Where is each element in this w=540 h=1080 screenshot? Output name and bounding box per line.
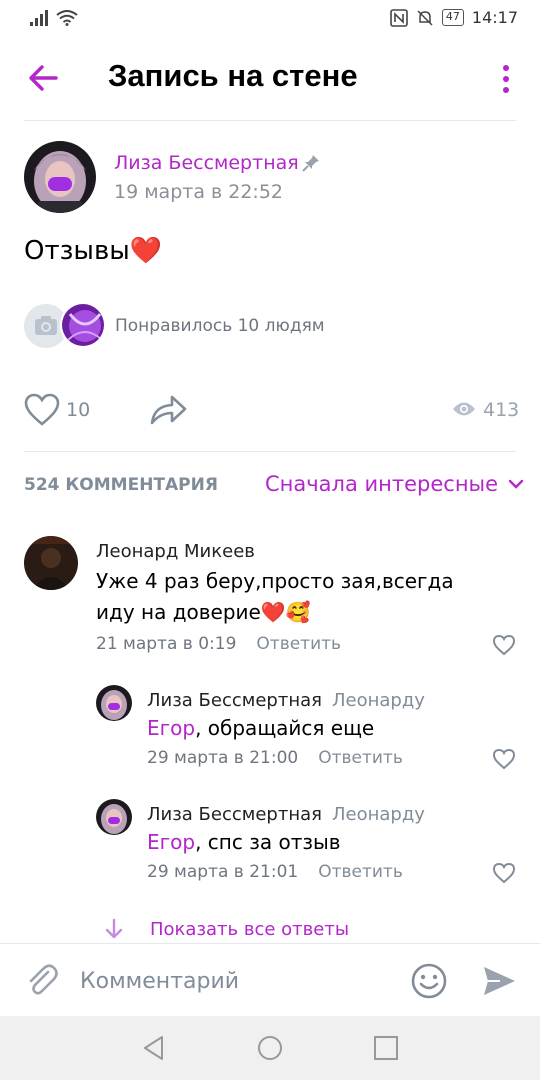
comment-like-icon[interactable]	[492, 634, 516, 656]
battery-icon: 47	[441, 9, 464, 26]
comment-date: 21 марта в 0:19	[96, 634, 237, 654]
header-divider	[24, 120, 516, 121]
mute-icon	[417, 9, 433, 26]
like-heart-icon[interactable]	[24, 393, 60, 427]
like-count: 10	[66, 399, 91, 421]
post-author-name[interactable]: Лиза Бессмертная	[114, 152, 299, 174]
paperclip-icon[interactable]	[24, 962, 60, 998]
post-text: Отзывы❤️	[24, 236, 163, 266]
share-icon[interactable]	[148, 393, 188, 427]
reply-body: , спс за отзыв	[195, 830, 341, 854]
back-arrow-icon[interactable]	[26, 60, 62, 96]
comments-divider	[24, 451, 516, 452]
signal-icon	[30, 10, 48, 26]
sort-label: Сначала интересные	[265, 472, 499, 496]
status-left	[30, 10, 78, 26]
views-count: 413	[483, 399, 520, 421]
mention-link[interactable]: Егор	[147, 716, 195, 740]
send-icon[interactable]	[480, 962, 518, 1000]
liker-avatar[interactable]	[60, 302, 106, 348]
comment-meta: 21 марта в 0:19 Ответить	[96, 634, 341, 654]
reply-date: 29 марта в 21:01	[147, 862, 299, 882]
comments-count: 524 КОММЕНТАРИЯ	[24, 475, 218, 495]
reply-to[interactable]: Леонарду	[332, 690, 425, 711]
chevron-down-icon	[508, 479, 524, 489]
show-replies-label: Показать все ответы	[150, 918, 350, 940]
emoji-smile-icon[interactable]	[410, 962, 448, 1000]
reply-date: 29 марта в 21:00	[147, 748, 299, 768]
comment-avatar[interactable]	[24, 536, 78, 590]
reply-button[interactable]: Ответить	[318, 862, 403, 882]
nav-recents-icon[interactable]	[372, 1034, 400, 1062]
show-all-replies-button[interactable]: Показать все ответы	[104, 918, 349, 940]
reply-author[interactable]: Лиза Бессмертная	[147, 690, 322, 711]
pin-icon	[302, 155, 319, 172]
comment-input[interactable]	[80, 962, 390, 1000]
reply-avatar[interactable]	[96, 799, 132, 835]
reply-meta: 29 марта в 21:01 Ответить	[147, 862, 403, 882]
comment-input-bar	[0, 943, 540, 1016]
reply-button[interactable]: Ответить	[256, 634, 341, 654]
comment-author[interactable]: Леонард Микеев	[96, 541, 255, 562]
reply-author[interactable]: Лиза Бессмертная	[147, 804, 322, 825]
reply-body: , обращайся еще	[195, 716, 375, 740]
mention-link[interactable]: Егор	[147, 830, 195, 854]
reply-avatar[interactable]	[96, 685, 132, 721]
reply-like-icon[interactable]	[492, 748, 516, 770]
eye-icon	[453, 402, 475, 416]
reply-text: Егор, обращайся еще	[147, 713, 374, 744]
arrow-down-icon	[105, 918, 123, 939]
reply-header: Лиза Бессмертная Леонарду	[147, 690, 425, 711]
reply-text: Егор, спс за отзыв	[147, 827, 341, 858]
reply-meta: 29 марта в 21:00 Ответить	[147, 748, 403, 768]
status-right: 47 14:17	[390, 8, 518, 27]
clock: 14:17	[471, 8, 518, 27]
wifi-icon	[56, 10, 78, 26]
reply-header: Лиза Бессмертная Леонарду	[147, 804, 425, 825]
system-nav-bar	[0, 1016, 540, 1080]
more-options-icon[interactable]	[500, 64, 512, 94]
post-date[interactable]: 19 марта в 22:52	[114, 181, 283, 203]
reply-to[interactable]: Леонарду	[332, 804, 425, 825]
page-title: Запись на стене	[108, 58, 358, 93]
nav-home-icon[interactable]	[256, 1034, 284, 1062]
comments-sort-dropdown[interactable]: Сначала интересные	[265, 472, 524, 496]
comment-text: Уже 4 раз беру,просто зая,всегда иду на …	[96, 569, 454, 624]
top-app-bar: Запись на стене	[0, 38, 540, 120]
status-bar: 47 14:17	[0, 0, 540, 38]
nfc-icon	[390, 8, 408, 27]
reply-like-icon[interactable]	[492, 862, 516, 884]
author-avatar[interactable]	[24, 141, 96, 213]
reply-button[interactable]: Ответить	[318, 748, 403, 768]
likes-summary[interactable]: Понравилось 10 людям	[115, 316, 325, 336]
nav-back-icon[interactable]	[140, 1034, 168, 1062]
